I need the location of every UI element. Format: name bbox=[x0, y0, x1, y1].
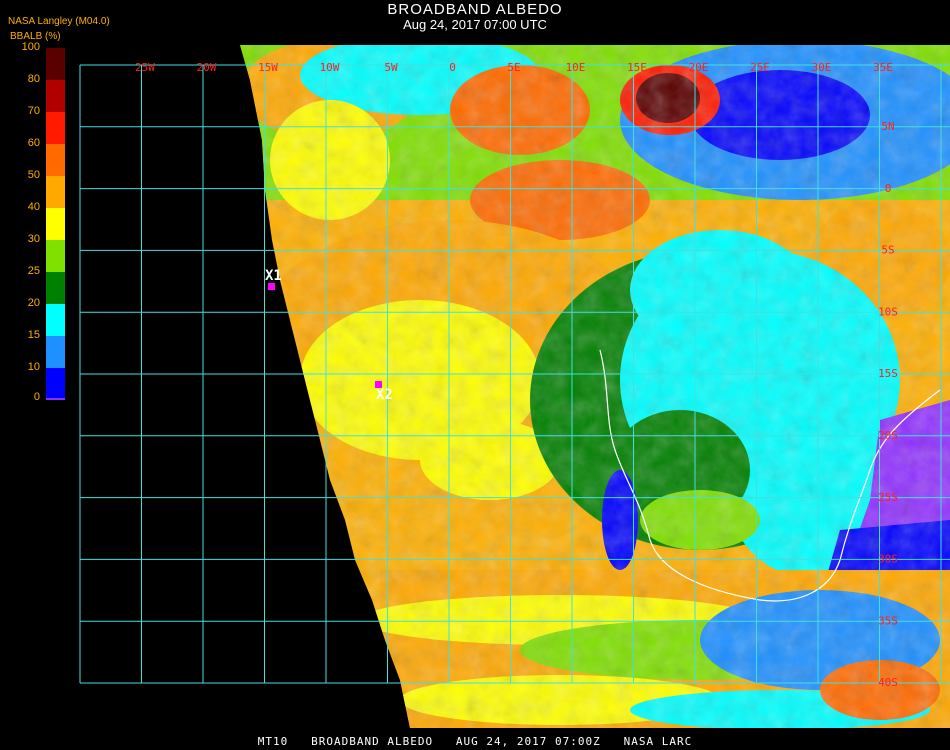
latitude-label: 5S bbox=[881, 244, 894, 257]
longitude-label: 30E bbox=[812, 61, 832, 74]
longitude-label: 25W bbox=[135, 61, 155, 74]
imagery bbox=[240, 45, 950, 728]
latitude-label: 5N bbox=[881, 120, 894, 133]
longitude-label: 5W bbox=[384, 61, 398, 74]
latitude-label: 15S bbox=[878, 367, 898, 380]
longitude-label: 15W bbox=[258, 61, 278, 74]
longitude-label: 10E bbox=[566, 61, 586, 74]
longitude-label: 5E bbox=[507, 61, 520, 74]
longitude-label: 25E bbox=[750, 61, 770, 74]
latitude-label: 25S bbox=[878, 491, 898, 504]
marker-x1-label: X1 bbox=[265, 268, 282, 284]
longitude-label: 20W bbox=[197, 61, 217, 74]
latitude-label: 10S bbox=[878, 305, 898, 318]
marker-x1 bbox=[268, 283, 275, 290]
longitude-label: 10W bbox=[320, 61, 340, 74]
latitude-label: 40S bbox=[878, 676, 898, 689]
latitude-label: 20S bbox=[878, 429, 898, 442]
longitude-label: 0 bbox=[449, 61, 456, 74]
albedo-map: 25W 20W 15W 10W 5W 0 5E 10E 15E 20E 25E 30E 35E 5N 0 5… bbox=[79, 45, 950, 728]
longitude-label: 35E bbox=[873, 61, 893, 74]
longitude-label: 20E bbox=[689, 61, 709, 74]
longitude-label: 15E bbox=[627, 61, 647, 74]
marker-x2-label: X2 bbox=[376, 387, 393, 403]
latitude-label: 30S bbox=[878, 553, 898, 566]
latitude-label: 0 bbox=[885, 182, 892, 195]
footer-caption: MT10 BROADBAND ALBEDO AUG 24, 2017 07:00… bbox=[257, 735, 693, 748]
latitude-label: 35S bbox=[878, 614, 898, 627]
